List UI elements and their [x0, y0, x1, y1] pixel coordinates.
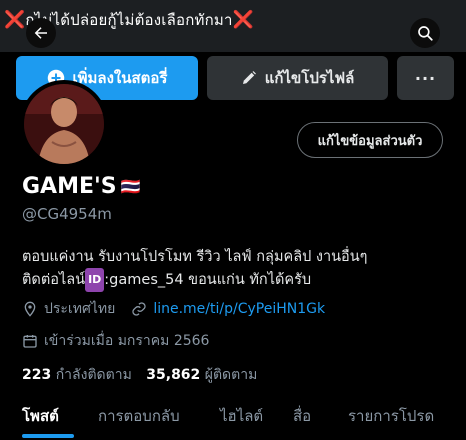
arrow-left-icon — [34, 27, 47, 39]
profile-bio: ตอบแค่งาน รับงานโปรโมท รีวิว ไลฟ์ กลุ่มค… — [22, 246, 367, 292]
calendar-icon — [23, 335, 37, 348]
followers-link[interactable]: 35,862 ผู้ติดตาม — [146, 367, 257, 383]
tab-replies[interactable]: การตอบกลับ — [98, 404, 180, 428]
edit-personal-info-button[interactable]: แก้ไขข้อมูลส่วนตัว — [297, 122, 443, 158]
bio-contact-suffix: :games_54 ขอนแก่น ทักได้ครับ — [104, 272, 312, 288]
id-badge-icon: ID — [85, 268, 105, 292]
bio-line: ตอบแค่งาน รับงานโปรโมท รีวิว ไลฟ์ กลุ่มค… — [22, 249, 368, 265]
followers-label: ผู้ติดตาม — [204, 367, 258, 383]
profile-website-link[interactable]: line.me/ti/p/CyPeiHN1Gk — [153, 301, 325, 317]
thailand-flag-icon: 🇹🇭 — [120, 177, 141, 196]
cross-mark-icon: ❌ — [232, 10, 254, 30]
display-name: GAME'S 🇹🇭 — [22, 174, 141, 199]
tab-posts[interactable]: โพสต์ — [22, 404, 59, 428]
tab-highlights[interactable]: ไฮไลต์ — [220, 404, 263, 428]
link-icon — [132, 302, 146, 316]
joined-date: เข้าร่วมเมื่อ มกราคม 2566 — [22, 330, 209, 352]
following-link[interactable]: 223 กำลังติดตาม — [22, 367, 136, 383]
avatar[interactable] — [20, 80, 108, 168]
display-name-text: GAME'S — [22, 174, 117, 199]
active-tab-indicator — [22, 434, 74, 438]
bio-line: ติดต่อไลน์ ID:games_54 ขอนแก่น ทักได้ครับ — [22, 268, 367, 292]
profile-meta-row: ประเทศไทย line.me/ti/p/CyPeiHN1Gk — [22, 298, 325, 320]
more-dots-icon: ··· — [414, 68, 437, 88]
more-options-button[interactable]: ··· — [397, 56, 454, 100]
bio-contact-prefix: ติดต่อไลน์ — [22, 272, 86, 288]
edit-profile-label: แก้ไขโปรไฟล์ — [264, 69, 355, 87]
tab-likes[interactable]: รายการโปรด — [348, 404, 434, 428]
avatar-photo — [24, 84, 104, 164]
search-button[interactable] — [410, 18, 440, 48]
location-text: ประเทศไทย — [44, 301, 116, 317]
tab-media[interactable]: สื่อ — [293, 404, 311, 428]
header-title-text: กูไม่ได้ปล่อยกู้ไม่ต้องเลือกทักมา — [25, 11, 233, 29]
user-handle: @CG4954m — [22, 205, 112, 223]
search-icon — [418, 26, 433, 41]
location-pin-icon — [24, 301, 36, 317]
pencil-icon — [242, 71, 256, 84]
follow-stats: 223 กำลังติดตาม 35,862 ผู้ติดตาม — [22, 364, 257, 386]
edit-profile-button[interactable]: แก้ไขโปรไฟล์ — [207, 56, 388, 100]
following-label: กำลังติดตาม — [55, 367, 132, 383]
back-button[interactable] — [26, 18, 56, 48]
following-count: 223 — [22, 367, 52, 383]
cross-mark-icon: ❌ — [4, 10, 26, 30]
followers-count: 35,862 — [146, 367, 201, 383]
joined-date-text: เข้าร่วมเมื่อ มกราคม 2566 — [44, 333, 210, 349]
